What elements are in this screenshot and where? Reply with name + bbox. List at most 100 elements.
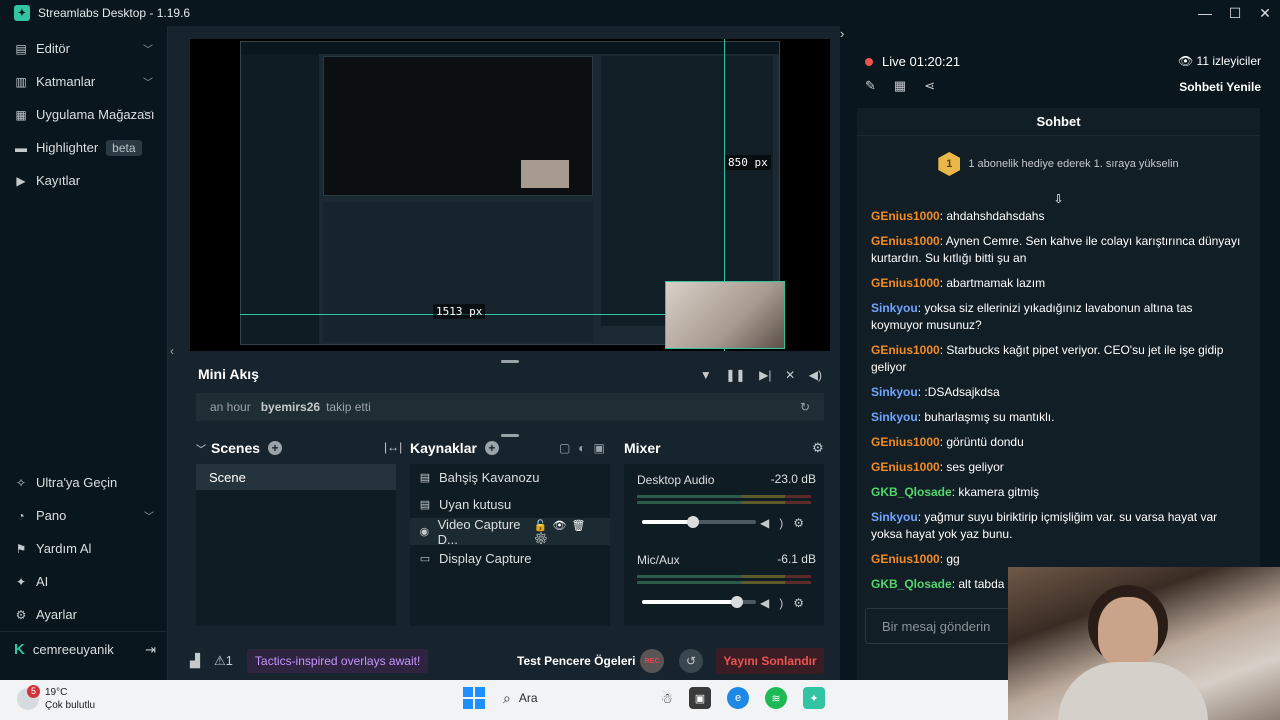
minimize-button[interactable]: — [1190,0,1220,26]
source-item[interactable]: ▤ Uyan kutusu [410,491,610,518]
username: cemreeuyanik [32,642,114,657]
slider-fill [642,600,737,604]
webcam-source-selection[interactable] [665,281,785,349]
chat-username[interactable]: Sinkyou [871,410,918,424]
edit-stream-icon[interactable]: ✎ [865,78,894,93]
sidebar-item-store[interactable]: ▦ Uygulama Mağazası ﹀ [0,98,167,131]
sidebar-item-ultra[interactable]: ✧ Ultra'ya Geçin [0,466,168,499]
end-stream-button[interactable]: Yayını Sonlandır [716,648,824,674]
chevron-down-icon[interactable]: ﹀ [196,441,206,456]
chat-text: buharlaşmış su mantıklı. [924,410,1055,424]
streamlabs-taskbar-icon[interactable]: ✦ [803,687,825,709]
chat-message: Sinkyou: buharlaşmış su mantıklı. [871,409,1246,426]
chat-username[interactable]: GEnius1000 [871,209,940,223]
chat-message: Sinkyou: :DSAdsajkdsa [871,384,1246,401]
user-account[interactable]: K cemreeuyanik ⇥ [0,631,168,667]
chat-username[interactable]: Sinkyou [871,385,918,399]
share-icon[interactable]: ⋖ [924,78,953,93]
sidebar-item-help[interactable]: ⚑ Yardım Al [0,532,168,565]
channel-name: Desktop Audio [637,473,715,487]
sidebar-item-label: Ayarlar [36,607,77,622]
taskbar-search[interactable]: ⌕ Ara ☃ [503,690,673,707]
scenes-title: Scenes [211,440,261,456]
stream-preview[interactable]: 1513 px 850 px [190,39,830,351]
chat-username[interactable]: GEnius1000 [871,343,940,357]
edge-icon[interactable]: e [727,687,749,709]
weather-widget[interactable]: 5 19°C Çok bulutlu [17,685,95,712]
chat-username[interactable]: GEnius1000 [871,276,940,290]
stats-icon[interactable]: ▟ [190,653,200,669]
source-item[interactable]: ▭ Display Capture [410,545,610,572]
sidebar-item-editor[interactable]: ▤ Editör ﹀ [0,32,167,65]
slider-knob[interactable] [730,596,743,608]
spotify-icon[interactable]: ≋ [765,687,787,709]
promo-banner[interactable]: Tactics-inspired overlays await! [246,649,429,673]
close-button[interactable]: ✕ [1250,0,1280,26]
live-dot-icon [865,57,873,66]
test-widgets-button[interactable]: Test Pencere Ögeleri [517,654,636,668]
chat-username[interactable]: GKB_Qlosade [871,485,952,499]
alert-icon[interactable]: ⚠1 [214,653,233,669]
slider-fill [642,520,694,524]
pinned-message: 1 1 abonelik hediye ederek 1. sıraya yük… [857,136,1260,192]
refresh-chat-button[interactable]: Sohbeti Yenile [1179,80,1261,94]
collapse-pinned-icon[interactable]: ⇩ [857,192,1260,208]
chat-username[interactable]: Sinkyou [871,510,918,524]
audio-meter [637,581,811,584]
chat-message: Sinkyou: yoksa siz ellerinizi yıkadığını… [871,300,1246,334]
chat-message: GEnius1000: ahdahshdahsdahs [871,208,1246,225]
clips-icon[interactable]: ▦ [894,78,924,93]
logout-icon[interactable]: ⇥ [145,642,156,658]
skip-icon[interactable]: ▶| [759,368,771,382]
collapse-right-icon[interactable]: › [840,26,844,41]
volume-slider[interactable] [642,516,756,528]
filter-icon[interactable]: ▼ [700,368,712,382]
scene-item[interactable]: Scene [196,464,396,490]
file-explorer-icon[interactable]: ▣ [689,687,711,709]
repeat-icon[interactable]: ↻ [800,400,810,414]
source-item[interactable]: ▤ Bahşiş Kavanozu [410,464,610,491]
sidebar-item-recordings[interactable]: ▶ Kayıtlar [0,164,167,197]
channel-name: Mic/Aux [637,553,680,567]
slider-knob[interactable] [687,516,700,528]
audio-meter [637,501,811,504]
chat-message: GEnius1000: gg [871,551,1246,568]
source-actions[interactable]: 🔓👁🗑⚙ [534,519,602,545]
add-scene-button[interactable]: + [268,441,283,455]
pause-icon[interactable]: ❚❚ [725,368,745,382]
mixer-settings-icon[interactable]: ⚙ [812,440,824,456]
maximize-button[interactable]: ☐ [1220,0,1250,26]
chat-text: ses geliyor [946,460,1004,474]
event-action: takip etti [326,400,371,414]
viewer-count: 👁 11 izleyiciler [1178,54,1261,68]
add-source-button[interactable]: + [484,441,499,455]
chevron-down-icon: ﹀ [143,45,153,56]
streamlabs-logo-icon: ✦ [14,5,30,21]
chat-username[interactable]: GEnius1000 [871,552,940,566]
chat-username[interactable]: GEnius1000 [871,234,940,248]
windows-start-icon[interactable] [463,687,485,709]
chat-username[interactable]: GKB_Qlosade [871,577,952,591]
source-tools-icon[interactable]: ▢◐▣ [559,441,613,455]
sidebar-item-dashboard[interactable]: ◔ Pano ﹀ [0,499,168,532]
channel-controls[interactable]: ◀)⚙ [760,596,814,610]
chat-username[interactable]: GEnius1000 [871,460,940,474]
record-button[interactable]: REC [640,649,664,673]
sidebar-item-settings[interactable]: ⚙ Ayarlar [0,598,168,631]
mute-alerts-icon[interactable]: ✕ [785,368,795,382]
sidebar-item-highlighter[interactable]: ▬ Highlighter beta [0,131,167,164]
sidebar-item-ai[interactable]: ✦ AI [0,565,168,598]
volume-slider[interactable] [642,596,756,608]
volume-icon[interactable]: ◀) [809,368,822,382]
chat-username[interactable]: GEnius1000 [871,435,940,449]
replay-buffer-button[interactable]: ↺ [679,649,703,673]
webcam-person [1058,662,1208,720]
source-item[interactable]: ◉ Video Capture D... 🔓👁🗑⚙ [410,517,610,547]
sidebar-item-layers[interactable]: ▥ Katmanlar ﹀ [0,65,167,98]
chat-username[interactable]: Sinkyou [871,301,918,315]
dashboard-icon: ◔ [17,508,25,523]
channel-controls[interactable]: ◀)⚙ [760,516,814,530]
scene-transition-icon[interactable]: |↔| [384,440,402,454]
collapse-left-icon[interactable]: ‹ [170,344,174,358]
weather-badge: 5 [27,685,40,698]
